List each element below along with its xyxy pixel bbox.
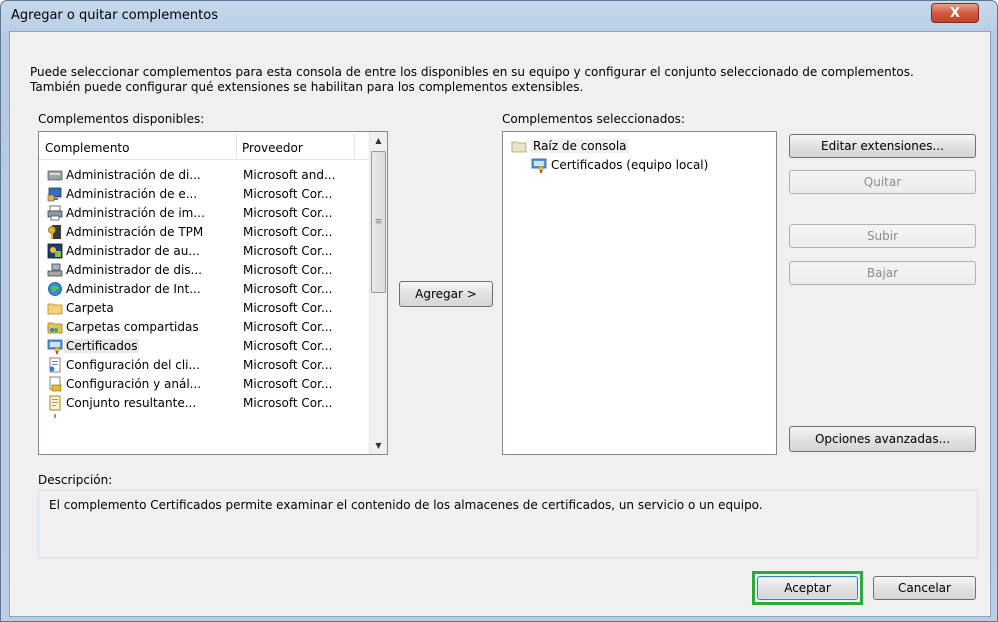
close-button[interactable]: X: [931, 3, 979, 23]
list-item[interactable]: Administrador de au... Microsoft Cor...: [39, 242, 369, 261]
list-item[interactable]: Configuración del cli... Microsoft Cor..…: [39, 356, 369, 375]
computer-management-icon: [47, 186, 63, 202]
accept-button[interactable]: Aceptar: [757, 576, 858, 600]
snapin-provider: Microsoft Cor...: [243, 244, 333, 258]
snapin-name: Configuración del cli...: [66, 358, 200, 372]
description-label: Descripción:: [38, 473, 113, 487]
snapin-name: Carpeta: [66, 301, 114, 315]
scroll-thumb[interactable]: ≡: [371, 151, 386, 293]
resultant-set-icon: [47, 395, 63, 411]
list-item[interactable]: Administrador de Int... Microsoft Cor...: [39, 280, 369, 299]
description-box: El complemento Certificados permite exam…: [38, 490, 978, 558]
description-text: El complemento Certificados permite exam…: [49, 498, 763, 512]
list-item[interactable]: Administración de im... Microsoft Cor...: [39, 204, 369, 223]
device-manager-icon: [47, 262, 63, 278]
list-item[interactable]: Carpetas compartidas Microsoft Cor...: [39, 318, 369, 337]
snapin-provider: Microsoft Cor...: [243, 339, 333, 353]
snapin-name: Conjunto resultante...: [66, 396, 197, 410]
disk-management-icon: [47, 167, 63, 183]
folder-icon: [47, 300, 63, 316]
column-header-proveedor[interactable]: Proveedor: [242, 141, 303, 155]
authorization-manager-icon: [47, 243, 63, 259]
console-root-label: Raíz de consola: [531, 139, 629, 153]
snapin-name: Carpetas compartidas: [66, 320, 199, 334]
tpm-key-icon: [47, 224, 63, 240]
tree-item-console-root[interactable]: Raíz de consola: [511, 137, 629, 155]
certificates-local-label: Certificados (equipo local): [551, 158, 709, 172]
selected-snapins-tree[interactable]: Raíz de consola Certificados (equipo loc…: [502, 131, 777, 455]
snapin-name: Administración de TPM: [66, 225, 204, 239]
ip-security-icon: [47, 281, 63, 297]
move-up-button[interactable]: Subir: [789, 224, 976, 248]
move-down-button[interactable]: Bajar: [789, 261, 976, 285]
snapin-name: Administrador de au...: [66, 244, 200, 258]
client-config-icon: [47, 357, 63, 373]
list-item[interactable]: Conjunto resultante... Microsoft Cor...: [39, 394, 369, 413]
scroll-up-arrow-icon[interactable]: ▲: [370, 132, 387, 149]
edit-extensions-button[interactable]: Editar extensiones...: [789, 134, 976, 158]
cancel-button[interactable]: Cancelar: [873, 576, 976, 600]
snapin-name: Administración de di...: [66, 168, 201, 182]
snapin-name: Administrador de dis...: [66, 263, 202, 277]
selected-snapins-label: Complementos seleccionados:: [502, 112, 685, 126]
list-header: Complemento Proveedor: [39, 132, 369, 160]
snapin-provider: Microsoft Cor...: [243, 358, 333, 372]
snapin-provider: Microsoft Cor...: [243, 396, 333, 410]
intro-text: Puede seleccionar complementos para esta…: [30, 65, 914, 94]
column-separator[interactable]: [354, 134, 355, 158]
print-management-icon: [47, 205, 63, 221]
snapin-name: Administración de e...: [66, 187, 198, 201]
security-analysis-icon: [47, 376, 63, 392]
snapin-provider: Microsoft Cor...: [243, 282, 333, 296]
tree-item-certificates-local[interactable]: Certificados (equipo local): [531, 156, 708, 174]
title-bar: Agregar o quitar complementos X: [1, 1, 997, 31]
list-item-partial: [39, 413, 369, 432]
snapin-provider: Microsoft and...: [243, 168, 336, 182]
snapin-provider: Microsoft Cor...: [243, 263, 333, 277]
list-item[interactable]: Administración de e... Microsoft Cor...: [39, 185, 369, 204]
snapin-name: Configuración y anál...: [66, 377, 202, 391]
snapin-provider: Microsoft Cor...: [243, 225, 333, 239]
list-item[interactable]: Administración de di... Microsoft and...: [39, 166, 369, 185]
close-icon: X: [949, 5, 961, 21]
certificates-icon: [47, 338, 63, 354]
list-item[interactable]: Administrador de dis... Microsoft Cor...: [39, 261, 369, 280]
shared-folders-icon: [47, 319, 63, 335]
list-item[interactable]: Administración de TPM Microsoft Cor...: [39, 223, 369, 242]
available-snapins-label: Complementos disponibles:: [38, 112, 205, 126]
list-scrollbar[interactable]: ▲ ≡ ▼: [369, 132, 387, 454]
snapin-name: Administración de im...: [66, 206, 205, 220]
remove-button[interactable]: Quitar: [789, 170, 976, 194]
snapin-provider: Microsoft Cor...: [243, 301, 333, 315]
snapin-provider: Microsoft Cor...: [243, 320, 333, 334]
column-separator[interactable]: [236, 134, 237, 158]
column-header-complemento[interactable]: Complemento: [45, 141, 129, 155]
add-button[interactable]: Agregar >: [399, 281, 493, 307]
list-item[interactable]: Certificados Microsoft Cor...: [39, 337, 369, 356]
snapin-provider: Microsoft Cor...: [243, 187, 333, 201]
dialog-title: Agregar o quitar complementos: [11, 8, 218, 23]
snapin-name: Administrador de Int...: [66, 282, 201, 296]
partial-row-icon: [47, 414, 63, 430]
snapin-provider: Microsoft Cor...: [243, 377, 333, 391]
list-item[interactable]: Carpeta Microsoft Cor...: [39, 299, 369, 318]
available-snapins-list[interactable]: Complemento Proveedor Administración de …: [38, 131, 388, 455]
certificates-icon: [531, 157, 547, 173]
scroll-down-arrow-icon[interactable]: ▼: [370, 437, 387, 454]
console-root-folder-icon: [511, 138, 527, 154]
snapin-name: Certificados: [64, 339, 140, 353]
advanced-options-button[interactable]: Opciones avanzadas...: [789, 426, 976, 452]
list-item[interactable]: Configuración y anál... Microsoft Cor...: [39, 375, 369, 394]
snapin-provider: Microsoft Cor...: [243, 206, 333, 220]
